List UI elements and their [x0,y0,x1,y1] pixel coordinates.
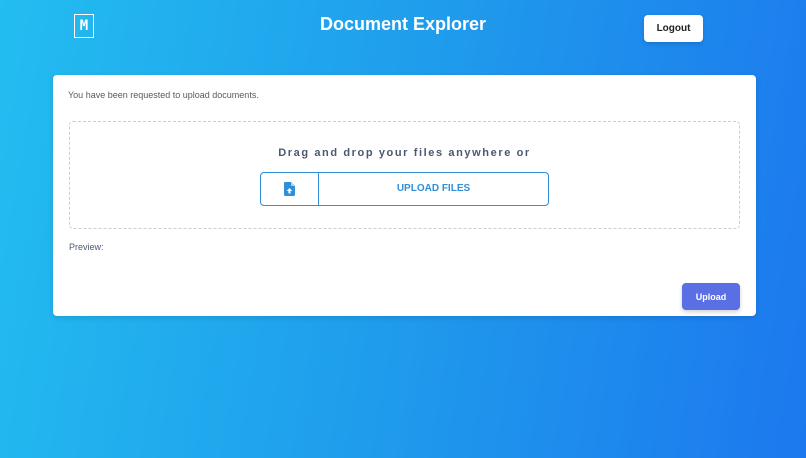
upload-card: You have been requested to upload docume… [53,75,756,316]
logout-button[interactable]: Logout [644,15,703,42]
dropzone-instruction: Drag and drop your files anywhere or [278,147,531,159]
request-message: You have been requested to upload docume… [68,90,259,100]
upload-files-label: UPLOAD FILES [396,183,471,194]
header: M Document Explorer Logout [0,0,806,56]
preview-label: Preview: [69,242,104,252]
upload-files-button[interactable]: UPLOAD FILES [260,172,549,206]
file-upload-icon-svg [284,182,295,196]
file-upload-icon [261,173,319,205]
file-dropzone[interactable]: Drag and drop your files anywhere or UPL… [69,121,740,229]
upload-button[interactable]: Upload [682,283,740,310]
